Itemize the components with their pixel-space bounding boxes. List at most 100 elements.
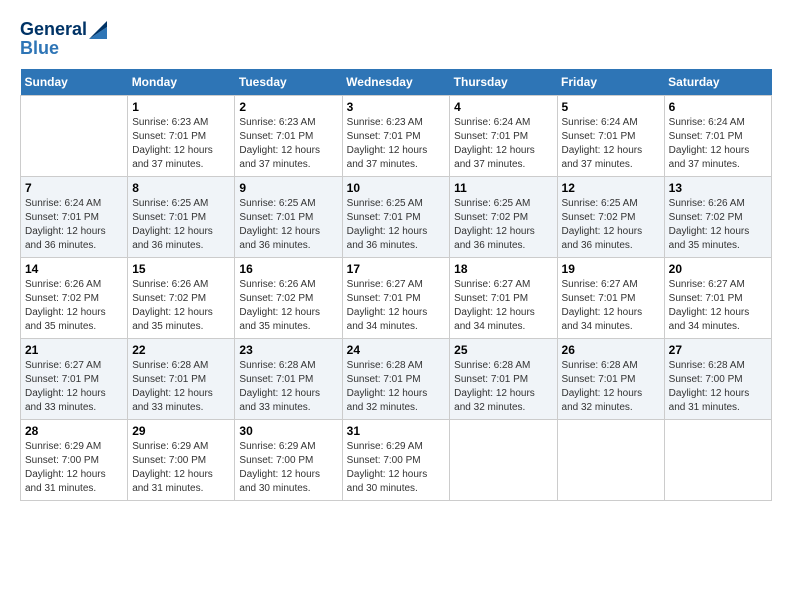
day-info: Sunrise: 6:28 AM Sunset: 7:01 PM Dayligh… [347,359,446,415]
day-info: Sunrise: 6:27 AM Sunset: 7:01 PM Dayligh… [454,278,552,334]
day-number: 9 [239,181,337,195]
day-number: 18 [454,262,552,276]
day-number: 28 [25,424,123,438]
day-info: Sunrise: 6:23 AM Sunset: 7:01 PM Dayligh… [347,116,446,172]
calendar-header: SundayMondayTuesdayWednesdayThursdayFrid… [21,69,772,96]
calendar-cell: 27 Sunrise: 6:28 AM Sunset: 7:00 PM Dayli… [664,338,771,419]
day-of-week-header: Saturday [664,69,771,96]
page-header: General Blue [20,20,772,59]
day-info: Sunrise: 6:25 AM Sunset: 7:01 PM Dayligh… [347,197,446,253]
calendar-cell: 20Sunrise: 6:27 AM Sunset: 7:01 PM Dayli… [664,257,771,338]
calendar-week-row: 28 Sunrise: 6:29 AM Sunset: 7:00 PM Dayli… [21,419,772,500]
day-number: 20 [669,262,767,276]
day-info: Sunrise: 6:26 AM Sunset: 7:02 PM Dayligh… [239,278,337,334]
calendar-week-row: 1 Sunrise: 6:23 AM Sunset: 7:01 PM Daylig… [21,95,772,176]
logo: General Blue [20,20,107,59]
calendar-cell: 26 Sunrise: 6:28 AM Sunset: 7:01 PM Dayli… [557,338,664,419]
calendar-cell: 3 Sunrise: 6:23 AM Sunset: 7:01 PM Daylig… [342,95,450,176]
day-number: 30 [239,424,337,438]
day-info: Sunrise: 6:28 AM Sunset: 7:01 PM Dayligh… [132,359,230,415]
day-number: 10 [347,181,446,195]
day-of-week-header: Tuesday [235,69,342,96]
calendar-cell: 21 Sunrise: 6:27 AM Sunset: 7:01 PM Dayli… [21,338,128,419]
calendar-cell [557,419,664,500]
day-number: 21 [25,343,123,357]
day-number: 5 [562,100,660,114]
day-of-week-header: Thursday [450,69,557,96]
day-info: Sunrise: 6:29 AM Sunset: 7:00 PM Dayligh… [347,440,446,496]
logo-icon [89,21,107,39]
calendar-cell [21,95,128,176]
day-info: Sunrise: 6:28 AM Sunset: 7:01 PM Dayligh… [239,359,337,415]
day-of-week-header: Monday [128,69,235,96]
day-info: Sunrise: 6:24 AM Sunset: 7:01 PM Dayligh… [454,116,552,172]
day-number: 2 [239,100,337,114]
day-number: 3 [347,100,446,114]
day-number: 17 [347,262,446,276]
logo-blue: Blue [20,38,107,59]
logo-text: General [20,20,107,40]
day-info: Sunrise: 6:26 AM Sunset: 7:02 PM Dayligh… [132,278,230,334]
calendar-cell: 30Sunrise: 6:29 AM Sunset: 7:00 PM Dayli… [235,419,342,500]
calendar-cell: 18 Sunrise: 6:27 AM Sunset: 7:01 PM Dayli… [450,257,557,338]
day-info: Sunrise: 6:26 AM Sunset: 7:02 PM Dayligh… [669,197,767,253]
calendar-week-row: 21 Sunrise: 6:27 AM Sunset: 7:01 PM Dayli… [21,338,772,419]
calendar-cell: 6Sunrise: 6:24 AM Sunset: 7:01 PM Daylig… [664,95,771,176]
day-number: 23 [239,343,337,357]
day-of-week-header: Friday [557,69,664,96]
day-info: Sunrise: 6:29 AM Sunset: 7:00 PM Dayligh… [132,440,230,496]
calendar-cell: 23 Sunrise: 6:28 AM Sunset: 7:01 PM Dayli… [235,338,342,419]
calendar-cell: 16 Sunrise: 6:26 AM Sunset: 7:02 PM Dayli… [235,257,342,338]
day-number: 13 [669,181,767,195]
calendar-cell: 12Sunrise: 6:25 AM Sunset: 7:02 PM Dayli… [557,176,664,257]
calendar-table: SundayMondayTuesdayWednesdayThursdayFrid… [20,69,772,501]
calendar-cell: 2 Sunrise: 6:23 AM Sunset: 7:01 PM Daylig… [235,95,342,176]
day-number: 24 [347,343,446,357]
day-number: 29 [132,424,230,438]
day-of-week-header: Wednesday [342,69,450,96]
day-info: Sunrise: 6:27 AM Sunset: 7:01 PM Dayligh… [25,359,123,415]
calendar-week-row: 7Sunrise: 6:24 AM Sunset: 7:01 PM Daylig… [21,176,772,257]
calendar-cell: 31 Sunrise: 6:29 AM Sunset: 7:00 PM Dayli… [342,419,450,500]
calendar-cell: 10 Sunrise: 6:25 AM Sunset: 7:01 PM Dayli… [342,176,450,257]
day-info: Sunrise: 6:23 AM Sunset: 7:01 PM Dayligh… [239,116,337,172]
day-info: Sunrise: 6:26 AM Sunset: 7:02 PM Dayligh… [25,278,123,334]
calendar-cell: 9 Sunrise: 6:25 AM Sunset: 7:01 PM Daylig… [235,176,342,257]
day-number: 26 [562,343,660,357]
calendar-cell: 24 Sunrise: 6:28 AM Sunset: 7:01 PM Dayli… [342,338,450,419]
calendar-cell [664,419,771,500]
day-number: 11 [454,181,552,195]
day-number: 16 [239,262,337,276]
day-info: Sunrise: 6:25 AM Sunset: 7:02 PM Dayligh… [454,197,552,253]
day-info: Sunrise: 6:25 AM Sunset: 7:01 PM Dayligh… [132,197,230,253]
day-number: 6 [669,100,767,114]
calendar-cell: 11 Sunrise: 6:25 AM Sunset: 7:02 PM Dayli… [450,176,557,257]
calendar-cell [450,419,557,500]
calendar-cell: 13 Sunrise: 6:26 AM Sunset: 7:02 PM Dayli… [664,176,771,257]
day-number: 31 [347,424,446,438]
day-info: Sunrise: 6:23 AM Sunset: 7:01 PM Dayligh… [132,116,230,172]
day-number: 1 [132,100,230,114]
day-number: 7 [25,181,123,195]
calendar-body: 1 Sunrise: 6:23 AM Sunset: 7:01 PM Daylig… [21,95,772,500]
calendar-cell: 5 Sunrise: 6:24 AM Sunset: 7:01 PM Daylig… [557,95,664,176]
day-number: 14 [25,262,123,276]
day-info: Sunrise: 6:25 AM Sunset: 7:02 PM Dayligh… [562,197,660,253]
day-header-row: SundayMondayTuesdayWednesdayThursdayFrid… [21,69,772,96]
day-info: Sunrise: 6:28 AM Sunset: 7:01 PM Dayligh… [562,359,660,415]
day-info: Sunrise: 6:28 AM Sunset: 7:01 PM Dayligh… [454,359,552,415]
day-info: Sunrise: 6:24 AM Sunset: 7:01 PM Dayligh… [562,116,660,172]
calendar-cell: 7Sunrise: 6:24 AM Sunset: 7:01 PM Daylig… [21,176,128,257]
day-number: 15 [132,262,230,276]
day-info: Sunrise: 6:25 AM Sunset: 7:01 PM Dayligh… [239,197,337,253]
day-info: Sunrise: 6:27 AM Sunset: 7:01 PM Dayligh… [347,278,446,334]
day-of-week-header: Sunday [21,69,128,96]
day-info: Sunrise: 6:28 AM Sunset: 7:00 PM Dayligh… [669,359,767,415]
day-number: 8 [132,181,230,195]
calendar-cell: 17 Sunrise: 6:27 AM Sunset: 7:01 PM Dayli… [342,257,450,338]
day-number: 27 [669,343,767,357]
day-info: Sunrise: 6:27 AM Sunset: 7:01 PM Dayligh… [562,278,660,334]
calendar-cell: 25Sunrise: 6:28 AM Sunset: 7:01 PM Dayli… [450,338,557,419]
calendar-cell: 15 Sunrise: 6:26 AM Sunset: 7:02 PM Dayli… [128,257,235,338]
day-number: 22 [132,343,230,357]
